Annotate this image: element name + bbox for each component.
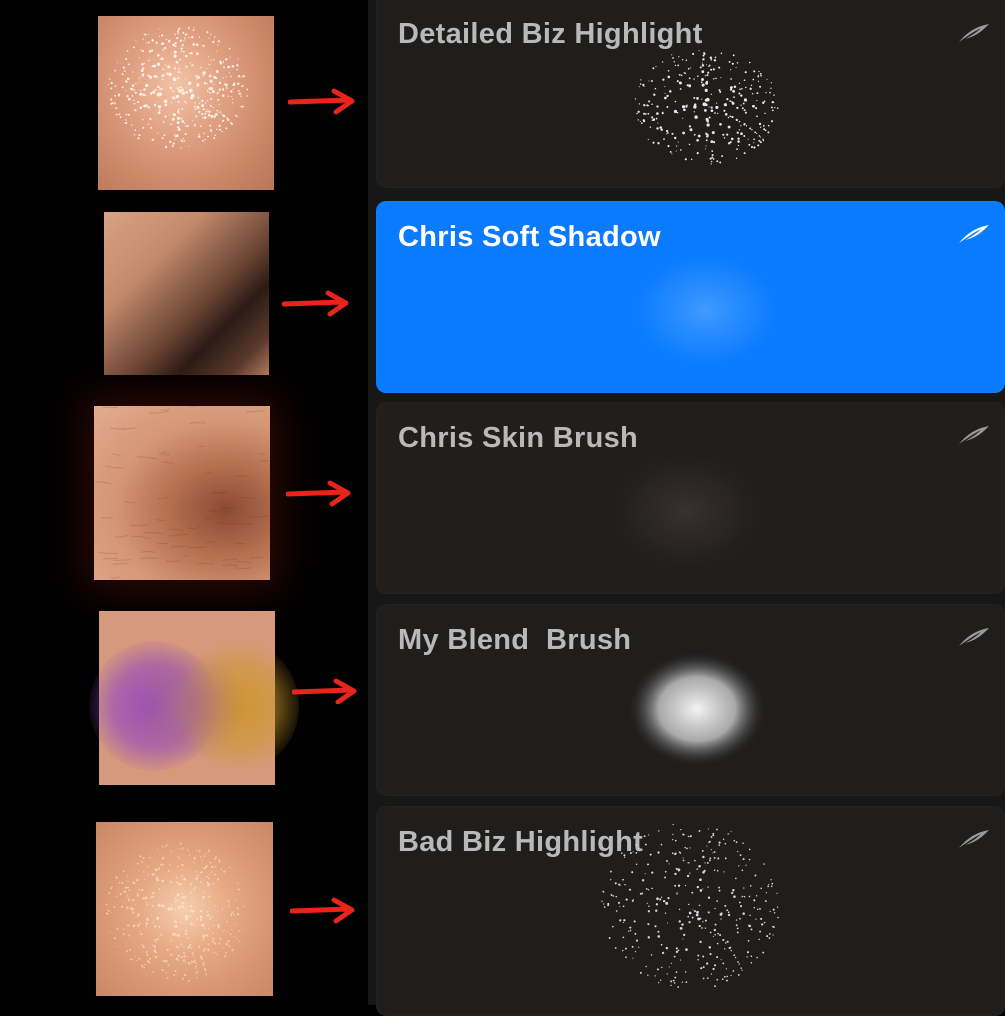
brush-stroke-preview [586,806,796,1006]
feather-icon [957,828,991,850]
brush-card-chris-soft-shadow[interactable]: Chris Soft Shadow [376,201,1005,393]
arrow-icon [282,289,352,317]
feather-icon [957,223,991,245]
brush-card-my-blend-brush[interactable]: My Blend Brush [376,604,1005,796]
brush-stroke-preview [606,50,806,188]
arrow-icon [292,676,362,704]
swatch-chris-skin-brush [94,406,270,580]
sparkle-texture [98,16,274,190]
brush-stroke-preview [596,432,776,582]
brush-card-detailed-biz-highlight[interactable]: Detailed Biz Highlight [376,0,1005,188]
brush-name: My Blend Brush [398,624,631,657]
brush-name: Detailed Biz Highlight [398,18,703,51]
brush-card-bad-biz-highlight[interactable]: Bad Biz Highlight [376,806,1005,1016]
skin-texture [94,406,270,580]
swatch-detailed-biz-highlight [98,16,274,190]
speckle-texture [96,822,273,996]
brush-card-chris-skin-brush[interactable]: Chris Skin Brush [376,402,1005,594]
arrow-icon [286,479,356,507]
brush-library-panel: Detailed Biz Highlight Chris Soft Shadow… [368,0,1005,1005]
swatch-bad-biz-highlight [96,822,273,996]
feather-icon [957,424,991,446]
sample-swatches-column [0,0,368,1005]
feather-icon [957,22,991,44]
arrow-icon [288,88,358,116]
arrow-icon [290,896,360,924]
feather-icon [957,626,991,648]
swatch-chris-soft-shadow [104,212,269,375]
swatch-my-blend-brush [99,611,275,785]
brush-stroke-preview [612,634,782,784]
brush-stroke-preview [616,231,796,381]
